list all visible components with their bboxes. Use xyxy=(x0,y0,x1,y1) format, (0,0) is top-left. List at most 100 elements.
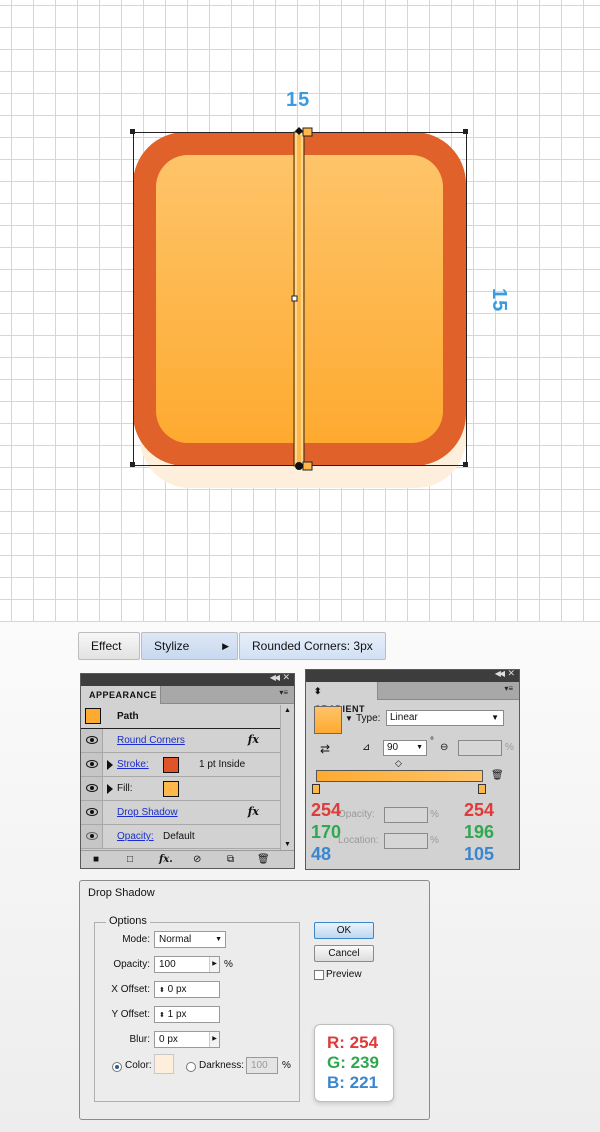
close-icon[interactable]: ✕ xyxy=(282,672,290,683)
opacity-value: Default xyxy=(163,831,195,842)
delete-stop-icon[interactable]: 🗑 xyxy=(491,770,504,781)
y-offset-label: Y Offset: xyxy=(111,1009,150,1020)
gradient-swatch[interactable] xyxy=(314,706,342,734)
panel-tab-row: ⬍ GRADIENT ▾≡ xyxy=(306,682,519,714)
artboard-canvas: 15 15 xyxy=(0,0,600,622)
angle-input[interactable]: 90 ▼ xyxy=(383,740,427,756)
gradient-slider[interactable] xyxy=(316,770,483,782)
darkness-input[interactable]: 100 xyxy=(246,1057,278,1074)
chevron-down-icon: ▼ xyxy=(491,713,499,722)
gradient-stop-right[interactable] xyxy=(478,784,486,794)
shadow-color-swatch[interactable] xyxy=(154,1054,174,1074)
center-point xyxy=(291,295,298,302)
panel-menu-icon[interactable]: ▾≡ xyxy=(279,688,288,697)
appearance-round-corners-row[interactable]: Round Corners fx xyxy=(81,729,281,753)
stepper-icon[interactable]: ⬍ xyxy=(159,987,165,994)
right-stop-r: 254 xyxy=(464,800,495,820)
scroll-up-icon[interactable]: ▲ xyxy=(284,707,291,714)
stepper-icon[interactable]: ⬍ xyxy=(159,1012,165,1019)
scroll-down-icon[interactable]: ▼ xyxy=(284,841,291,848)
blur-input[interactable]: 0 px ▶ xyxy=(154,1031,220,1048)
anchor-point[interactable] xyxy=(295,462,303,470)
ok-button[interactable]: OK xyxy=(314,922,374,939)
anchor-handle[interactable] xyxy=(302,127,313,137)
angle-icon: ⊿ xyxy=(362,742,371,753)
visibility-toggle[interactable] xyxy=(81,825,103,848)
appearance-opacity-row[interactable]: Opacity: Default xyxy=(81,825,281,849)
expand-triangle-icon[interactable] xyxy=(107,760,113,770)
width-dimension-label: 15 xyxy=(286,89,311,111)
left-stop-r: 254 xyxy=(311,800,342,820)
mode-select[interactable]: Normal ▼ xyxy=(154,931,226,948)
visibility-toggle[interactable] xyxy=(81,777,103,800)
cancel-button[interactable]: Cancel xyxy=(314,945,374,962)
breadcrumb: Effect Stylize ▶ Rounded Corners: 3px xyxy=(78,632,386,660)
square-icon[interactable]: ■ xyxy=(93,854,99,865)
collapse-icon[interactable]: ◀◀ xyxy=(495,669,505,678)
expand-triangle-icon[interactable] xyxy=(107,784,113,794)
visibility-toggle[interactable] xyxy=(81,729,103,752)
fx-menu-icon[interactable]: fx. xyxy=(159,854,173,865)
new-fill-icon[interactable]: □ xyxy=(127,854,133,865)
right-stop-g: 196 xyxy=(464,822,495,842)
shadow-g: G: 239 xyxy=(327,1053,379,1072)
y-offset-input[interactable]: ⬍ 1 px xyxy=(154,1006,220,1023)
tab-gradient[interactable]: ⬍ GRADIENT xyxy=(306,682,378,714)
appearance-drop-shadow-row[interactable]: Drop Shadow fx xyxy=(81,801,281,825)
color-radio[interactable] xyxy=(112,1062,122,1072)
breadcrumb-stylize[interactable]: Stylize ▶ xyxy=(141,632,238,660)
visibility-toggle[interactable] xyxy=(81,801,103,824)
preview-checkbox[interactable] xyxy=(314,970,324,980)
x-offset-input[interactable]: ⬍ 0 px xyxy=(154,981,220,998)
duplicate-icon[interactable]: ⧉ xyxy=(227,854,234,865)
left-stop-b: 48 xyxy=(311,844,332,864)
eye-icon xyxy=(86,784,98,792)
opacity-input[interactable]: 100 ▶ xyxy=(154,956,220,973)
chevron-right-icon[interactable]: ▶ xyxy=(209,1032,219,1047)
anchor-handle[interactable] xyxy=(302,461,313,471)
appearance-fill-row[interactable]: Fill: xyxy=(81,777,281,801)
midpoint-diamond-icon[interactable]: ◇ xyxy=(395,758,402,769)
gradient-stop-left[interactable] xyxy=(312,784,320,794)
panel-titlebar[interactable]: ◀◀ ✕ xyxy=(306,668,519,682)
darkness-label: Darkness: xyxy=(199,1060,245,1071)
stroke-link[interactable]: Stroke: xyxy=(117,759,149,770)
blur-label: Blur: xyxy=(129,1034,150,1045)
panel-menu-icon[interactable]: ▾≡ xyxy=(504,684,513,693)
breadcrumb-effect[interactable]: Effect xyxy=(78,632,140,660)
appearance-panel: ◀◀ ✕ APPEARANCE ▾≡ Path Round Corners fx… xyxy=(80,672,295,869)
stroke-swatch[interactable] xyxy=(163,757,179,773)
opacity-link[interactable]: Opacity: xyxy=(117,831,154,842)
preview-label: Preview xyxy=(326,969,362,980)
fill-label: Fill: xyxy=(117,783,133,794)
chevron-down-icon[interactable]: ▼ xyxy=(345,714,353,723)
fx-icon: fx xyxy=(247,805,259,818)
location-input[interactable] xyxy=(384,833,428,849)
mode-label: Mode: xyxy=(122,934,150,945)
trash-icon[interactable]: 🗑 xyxy=(257,854,270,865)
appearance-path-row[interactable]: Path xyxy=(81,705,281,729)
location-label: Location: xyxy=(338,835,379,846)
appearance-stroke-row[interactable]: Stroke: 1 pt Inside xyxy=(81,753,281,777)
gradient-type-select[interactable]: Linear ▼ xyxy=(386,710,504,726)
rgb-info-card: R: 254 G: 239 B: 221 xyxy=(314,1024,394,1102)
drop-shadow-link[interactable]: Drop Shadow xyxy=(117,807,178,818)
clear-appearance-icon[interactable]: ⊘ xyxy=(193,854,201,865)
tab-appearance[interactable]: APPEARANCE xyxy=(81,686,161,704)
panel-titlebar[interactable]: ◀◀ ✕ xyxy=(81,672,294,686)
collapse-icon[interactable]: ◀◀ xyxy=(270,673,280,682)
opacity-input[interactable] xyxy=(384,807,428,823)
close-icon[interactable]: ✕ xyxy=(507,668,515,679)
breadcrumb-rounded-corners[interactable]: Rounded Corners: 3px xyxy=(239,632,386,660)
chevron-down-icon: ▼ xyxy=(416,744,423,751)
chevron-down-icon: ▼ xyxy=(215,936,222,943)
reverse-gradient-icon[interactable]: ⇄ xyxy=(320,742,330,756)
darkness-radio[interactable] xyxy=(186,1062,196,1072)
aspect-ratio-input[interactable] xyxy=(458,740,502,756)
chevron-right-icon[interactable]: ▶ xyxy=(209,957,219,972)
visibility-toggle[interactable] xyxy=(81,753,103,776)
opacity-label: Opacity: xyxy=(113,959,150,970)
round-corners-link[interactable]: Round Corners xyxy=(117,735,185,746)
appearance-scrollbar[interactable]: ▲ ▼ xyxy=(280,705,294,850)
fill-swatch[interactable] xyxy=(163,781,179,797)
